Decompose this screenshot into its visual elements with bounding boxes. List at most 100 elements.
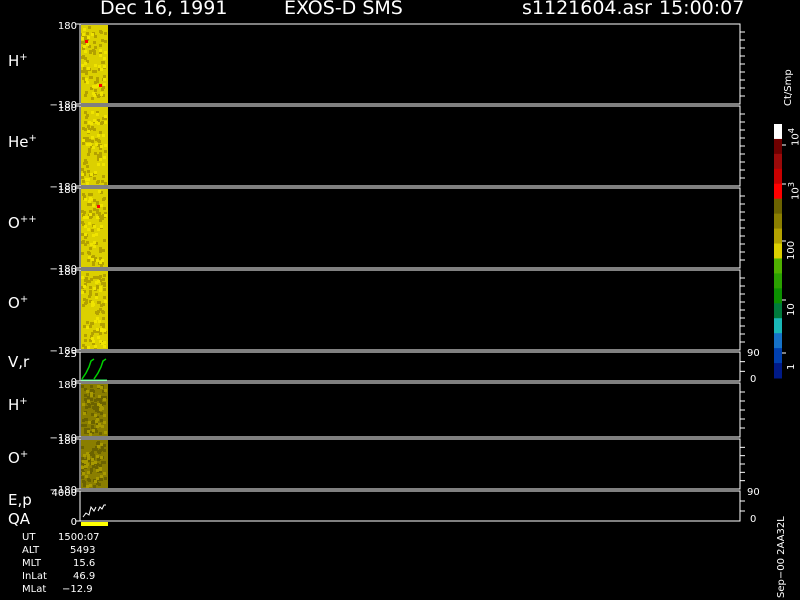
heatmap-cell — [91, 111, 94, 114]
heatmap-cell — [87, 153, 90, 156]
colorbar-segment — [774, 333, 782, 349]
heatmap-cell — [99, 275, 102, 278]
heatmap-cell — [97, 163, 100, 166]
footer-label-inlat: InLat — [22, 571, 47, 582]
heatmap-cell — [100, 478, 103, 481]
panel-label-h-plus: H+ — [8, 52, 28, 70]
heatmap-cell — [92, 49, 95, 52]
heatmap-cell — [102, 317, 105, 320]
heatmap-cell — [93, 241, 96, 244]
tick-label-top: 25 — [64, 349, 77, 360]
heatmap-cell — [88, 193, 91, 196]
heatmap-cell — [104, 40, 107, 43]
heatmap-cell — [101, 282, 104, 285]
heatmap-cell — [93, 128, 96, 131]
heatmap-cell — [81, 70, 84, 73]
header-date: Dec 16, 1991 — [100, 0, 228, 19]
heatmap-cell — [94, 320, 97, 323]
heatmap-cell — [90, 76, 93, 79]
heatmap-cell — [83, 481, 86, 484]
heatmap-cell — [96, 259, 99, 262]
heatmap-cell — [83, 325, 86, 328]
heatmap-cell — [82, 240, 85, 243]
panel-3: 180−180 — [50, 267, 745, 357]
panel-label-vr: V,r — [8, 353, 30, 371]
heatmap-cell — [89, 484, 92, 487]
heatmap-cell — [99, 464, 102, 467]
heatmap-cell — [86, 390, 89, 393]
heatmap-cell — [88, 150, 91, 153]
heatmap-cell — [85, 465, 88, 468]
heatmap-cell — [100, 122, 103, 125]
colorbar-label-100: 100 — [786, 240, 797, 260]
heatmap-cell — [89, 286, 92, 289]
heatmap-cell — [95, 143, 98, 146]
heatmap-cell — [93, 225, 96, 228]
heatmap-cell — [95, 448, 98, 451]
colorbar-segment — [774, 153, 782, 170]
heatmap-cell — [98, 423, 101, 426]
heatmap-cell — [104, 51, 107, 54]
heatmap-cell — [95, 233, 98, 236]
heatmap-cell — [102, 86, 105, 89]
heatmap-cell — [96, 181, 99, 184]
panel-4: 250900 — [64, 348, 759, 388]
heatmap-cell — [87, 130, 90, 133]
heatmap-cell — [82, 127, 85, 130]
heatmap-cell — [96, 201, 99, 204]
heatmap-cell — [84, 461, 87, 464]
heatmap-cell — [93, 208, 96, 211]
heatmap-cell — [82, 403, 85, 406]
heatmap-cell — [82, 41, 85, 44]
heatmap-cell — [85, 91, 88, 94]
colorbar-label-1: 1 — [786, 363, 797, 370]
heatmap-cell — [101, 448, 104, 451]
panel-label-o-plus-2: O+ — [8, 449, 29, 467]
heatmap-cell — [92, 255, 95, 258]
footer-label-mlat: MLat — [22, 584, 47, 595]
heatmap-cell — [86, 165, 89, 168]
heatmap-cell — [81, 476, 84, 479]
heatmap-cell — [84, 159, 87, 162]
heatmap-cell-high — [85, 40, 88, 43]
heatmap-cell — [81, 252, 84, 255]
heatmap-cell — [92, 204, 95, 207]
heatmap-cell — [99, 340, 102, 343]
heatmap-cell — [96, 455, 99, 458]
heatmap-cell — [84, 50, 87, 53]
heatmap-cell — [99, 131, 102, 134]
colorbar-segment — [774, 348, 782, 364]
version-id: Sep−00 2AA32L — [776, 516, 787, 598]
heatmap-cell — [86, 216, 89, 219]
heatmap-cell — [100, 225, 103, 228]
heatmap-cell — [103, 239, 106, 242]
heatmap-cell — [97, 134, 100, 137]
heatmap-cell — [104, 121, 107, 124]
heatmap-cell — [87, 430, 90, 433]
heatmap-cell — [82, 139, 85, 142]
heatmap-cell — [91, 389, 94, 392]
heatmap-cell-high — [97, 205, 100, 208]
heatmap-cell — [93, 485, 96, 488]
heatmap-cell — [89, 143, 92, 146]
heatmap-cell — [81, 424, 84, 427]
panel-label-o-plus: O+ — [8, 294, 29, 312]
heatmap-cell-high — [99, 84, 102, 87]
heatmap-cell — [94, 89, 97, 92]
heatmap-cell — [100, 304, 103, 307]
heatmap-cell — [103, 329, 106, 332]
colorbar-segment — [774, 213, 782, 230]
heatmap-cell — [90, 392, 93, 395]
heatmap-cell — [96, 418, 99, 421]
heatmap-cell — [89, 293, 92, 296]
heatmap-cell — [87, 178, 90, 181]
tick-label-top: 180 — [58, 267, 77, 278]
heatmap-cell — [100, 31, 103, 34]
heatmap-cell — [87, 251, 90, 254]
heatmap-cell — [90, 173, 93, 176]
heatmap-cell — [82, 77, 85, 80]
heatmap-cell — [92, 454, 95, 457]
heatmap-cell — [84, 428, 87, 431]
heatmap-cell — [100, 92, 103, 95]
footer-value-mlt: 15.6 — [73, 558, 96, 569]
